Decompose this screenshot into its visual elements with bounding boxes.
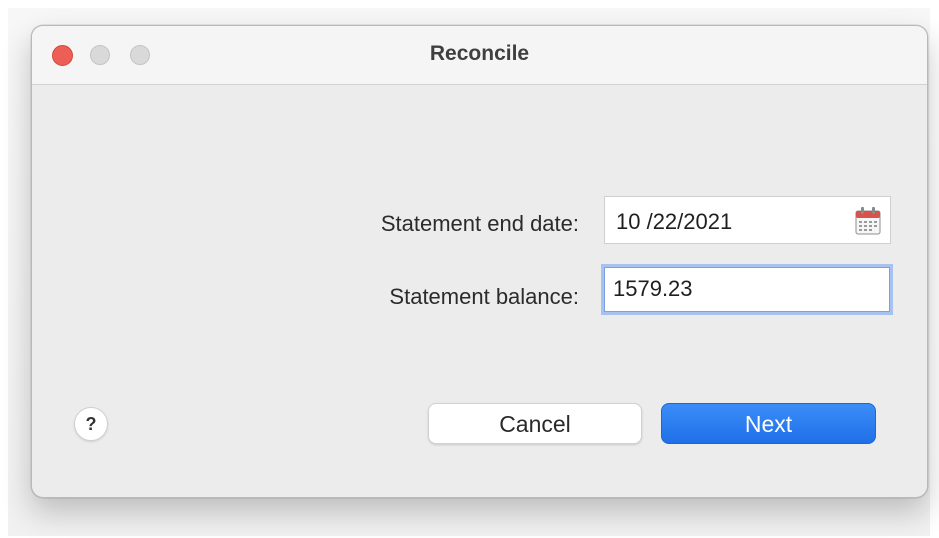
statement-balance-label: Statement balance: <box>389 284 579 309</box>
next-button[interactable]: Next <box>661 403 876 444</box>
statement-balance-input[interactable]: 1579.23 <box>601 264 893 315</box>
statement-end-date-field[interactable]: 10 /22/2021 <box>604 196 891 244</box>
cancel-button[interactable]: Cancel <box>428 403 642 444</box>
statement-end-date-label: Statement end date: <box>380 211 579 236</box>
title-bar: Reconcile <box>32 26 927 85</box>
statement-end-date-value: 10 /22/2021 <box>616 209 733 234</box>
help-button[interactable]: ? <box>74 407 108 441</box>
statement-balance-value: 1579.23 <box>613 276 693 301</box>
calendar-icon[interactable] <box>854 206 882 236</box>
window-title: Reconcile <box>429 42 530 65</box>
reconcile-dialog: Reconcile Statement end date: 10 /22/202… <box>31 25 928 498</box>
